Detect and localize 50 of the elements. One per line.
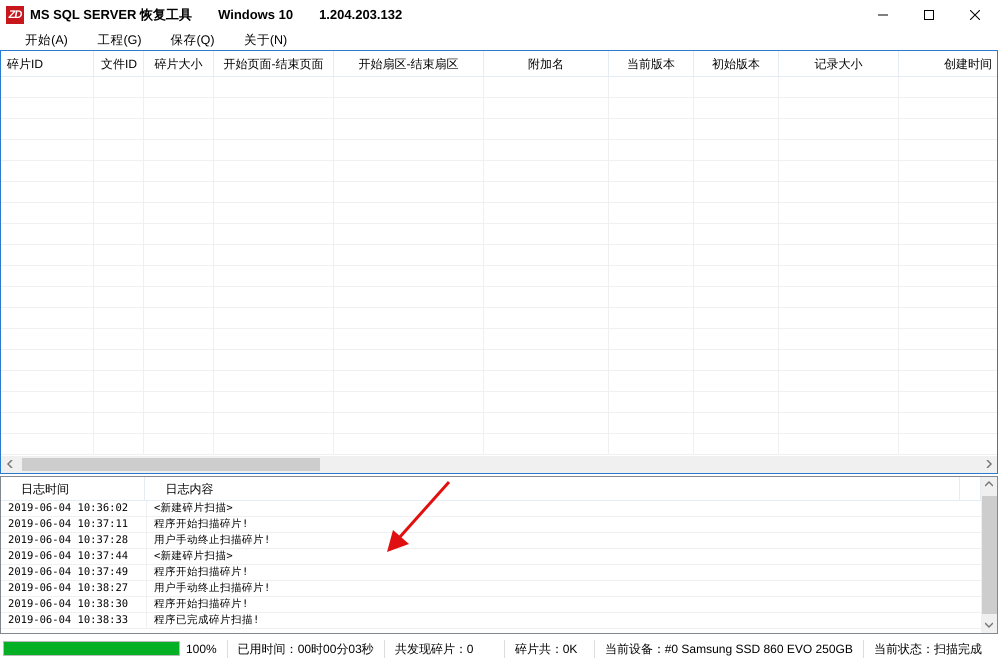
progress-reading: 100% (185, 640, 218, 658)
log-message: 程序已完成碎片扫描! (154, 612, 260, 628)
log-message: 程序开始扫描碎片! (154, 596, 248, 612)
column-header[interactable]: 开始页面-结束页面 (224, 54, 324, 72)
menu-item[interactable]: 工程(G) (83, 30, 156, 50)
close-icon[interactable] (970, 10, 980, 20)
log-time: 2019-06-04 10:37:28 (8, 532, 128, 548)
os-label: Windows 10 (218, 6, 294, 24)
log-message: 用户手动终止扫描碎片! (154, 532, 270, 548)
scroll-right-icon[interactable] (984, 460, 992, 468)
status-field: 已用时间：00时00分03秒 (226, 640, 384, 658)
column-header[interactable]: 文件ID (101, 54, 137, 72)
column-header[interactable]: 初始版本 (712, 54, 760, 72)
column-header[interactable]: 记录大小 (814, 54, 862, 72)
log-time: 2019-06-04 10:37:44 (8, 548, 128, 564)
scroll-up-icon[interactable] (985, 480, 993, 488)
column-header[interactable]: 碎片ID (7, 54, 43, 72)
column-header[interactable]: 日志时间 (21, 480, 69, 498)
log-time: 2019-06-04 10:38:27 (8, 580, 128, 596)
log-time: 2019-06-04 10:37:11 (8, 516, 128, 532)
column-header[interactable]: 开始扇区-结束扇区 (358, 54, 458, 72)
log-message: 用户手动终止扫描碎片! (154, 580, 270, 596)
status-field: 共发现碎片：0 (384, 640, 504, 658)
log-time: 2019-06-04 10:38:33 (8, 612, 128, 628)
menu-item[interactable]: 保存(Q) (156, 30, 229, 50)
status-field: 碎片共：0K (504, 640, 594, 658)
scroll-down-icon[interactable] (985, 621, 993, 630)
log-message: 程序开始扫描碎片! (154, 564, 248, 580)
log-message: <新建碎片扫描> (154, 500, 233, 516)
menu-item[interactable]: 开始(A) (10, 30, 83, 50)
status-field: 当前设备：#0 Samsung SSD 860 EVO 250GB (594, 640, 863, 658)
version-label: 1.204.203.132 (319, 6, 402, 24)
maximize-icon[interactable] (924, 10, 934, 20)
window-title: MS SQL SERVER 恢复工具 (30, 6, 192, 24)
scrollbar-thumb[interactable] (22, 458, 320, 471)
column-header[interactable]: 日志内容 (165, 480, 214, 498)
log-time: 2019-06-04 10:36:02 (8, 500, 128, 516)
column-header[interactable]: 碎片大小 (154, 54, 202, 72)
log-time: 2019-06-04 10:37:49 (8, 564, 128, 580)
app-logo: ZD (6, 6, 24, 24)
column-header[interactable]: 当前版本 (627, 54, 675, 72)
log-time: 2019-06-04 10:38:30 (8, 596, 128, 612)
scrollbar-thumb[interactable] (982, 496, 996, 614)
log-message: <新建碎片扫描> (154, 548, 233, 564)
menu-item[interactable]: 关于(N) (229, 30, 302, 50)
scroll-left-icon[interactable] (6, 460, 14, 468)
column-header[interactable]: 创建时间 (944, 54, 992, 72)
column-header[interactable]: 附加名 (528, 54, 564, 72)
status-field: 当前状态：扫描完成 (862, 640, 992, 658)
log-message: 程序开始扫描碎片! (154, 516, 248, 532)
